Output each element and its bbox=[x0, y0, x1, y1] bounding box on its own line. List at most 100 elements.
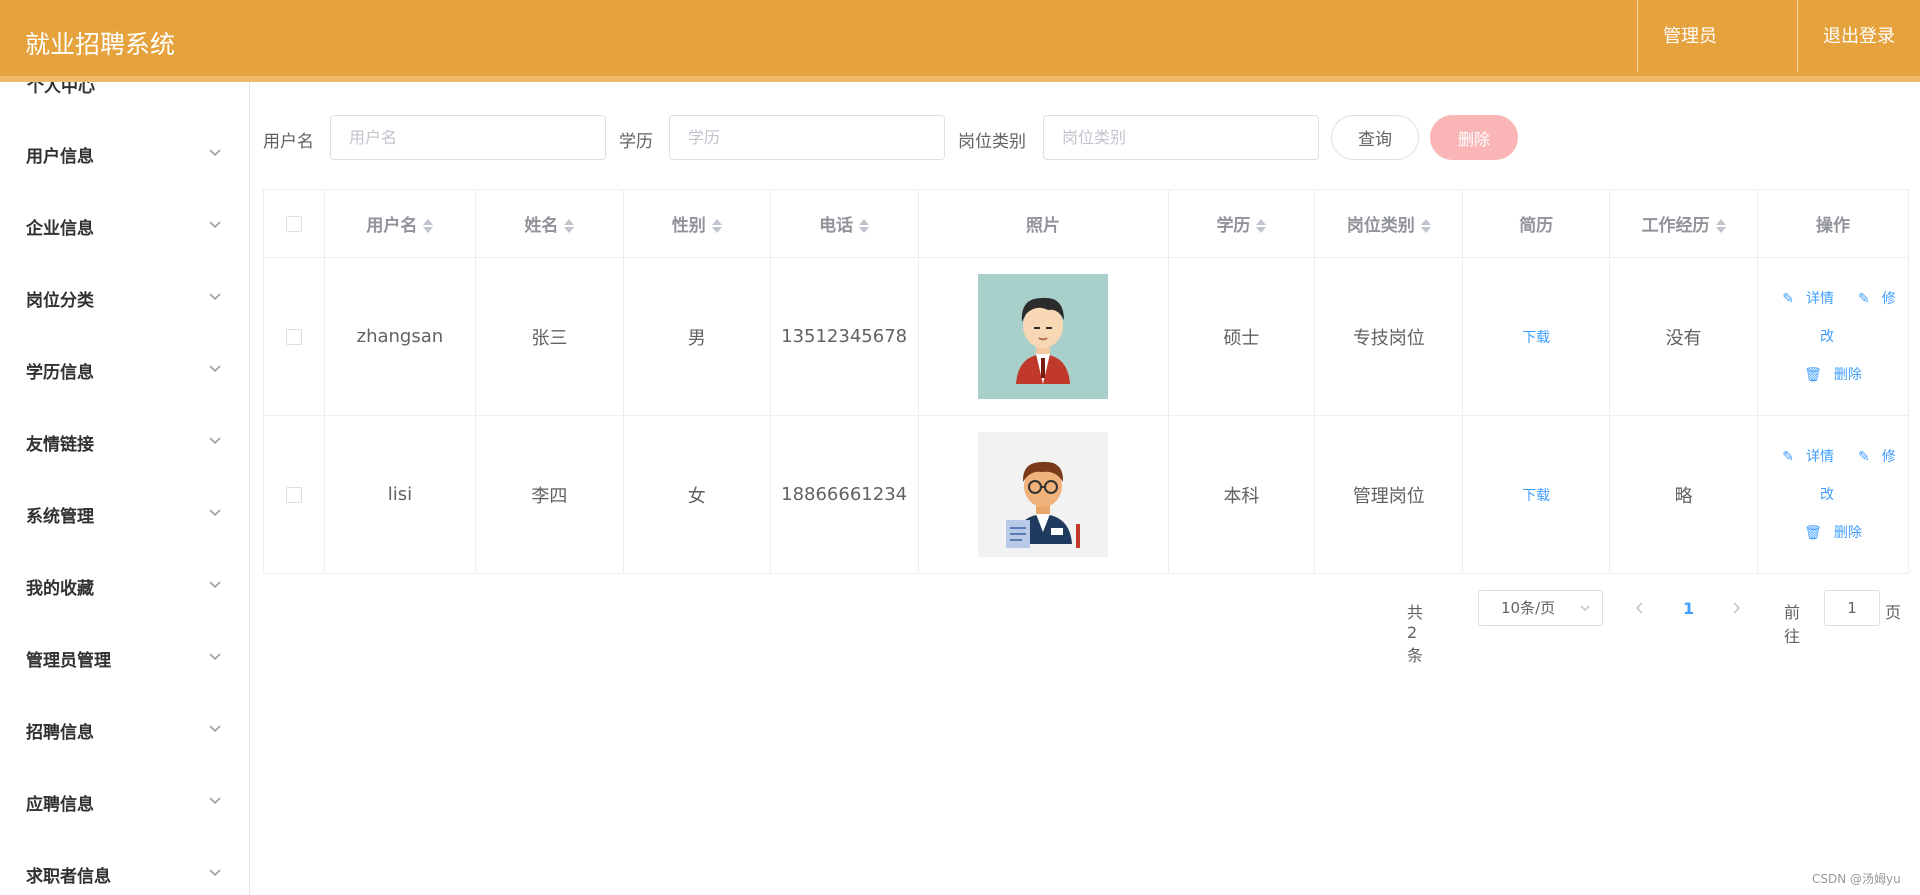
logout-button[interactable]: 退出登录 bbox=[1797, 0, 1920, 72]
page-number-current[interactable]: 1 bbox=[1683, 599, 1694, 618]
delete-row-button[interactable]: 🗑 删除 bbox=[1798, 367, 1868, 383]
resume-download-link[interactable]: 下载 bbox=[1522, 330, 1550, 346]
sort-icon[interactable] bbox=[711, 218, 722, 234]
page-suffix-label: 页 bbox=[1885, 603, 1902, 622]
chevron-down-icon bbox=[209, 437, 221, 445]
batch-delete-button[interactable]: 删除 bbox=[1430, 115, 1518, 160]
column-header-username[interactable]: 用户名 bbox=[323, 189, 476, 258]
column-header-experience[interactable]: 工作经历 bbox=[1609, 189, 1758, 258]
category-label: 岗位类别 bbox=[958, 132, 1026, 152]
cell-name: 李四 bbox=[474, 415, 624, 574]
sidebar-item[interactable]: 管理员管理 bbox=[0, 626, 249, 686]
avatar-man-glasses[interactable] bbox=[978, 432, 1109, 557]
cell-category: 专技岗位 bbox=[1314, 257, 1464, 416]
sort-icon[interactable] bbox=[564, 218, 575, 234]
edit-pen-icon: ✎ bbox=[1858, 290, 1870, 307]
cell-gender: 男 bbox=[622, 257, 771, 416]
sort-icon[interactable] bbox=[859, 218, 870, 234]
sidebar-item[interactable]: 求职者信息 bbox=[0, 842, 249, 895]
education-label: 学历 bbox=[619, 132, 653, 152]
cell-username: zhangsan bbox=[323, 257, 476, 416]
sidebar-item[interactable]: 用户信息 bbox=[0, 122, 249, 182]
page-size-select[interactable]: 10条/页 bbox=[1478, 590, 1603, 626]
sort-icon[interactable] bbox=[1256, 218, 1267, 234]
chevron-down-icon bbox=[209, 293, 221, 301]
detail-button[interactable]: ✎ 详情 bbox=[1776, 291, 1840, 307]
prev-page-button[interactable] bbox=[1631, 596, 1649, 620]
chevron-down-icon bbox=[209, 509, 221, 517]
trash-icon: 🗑 bbox=[1804, 524, 1822, 541]
sidebar-item-label: 岗位分类 bbox=[26, 291, 94, 311]
resume-download-link[interactable]: 下载 bbox=[1522, 488, 1550, 504]
edit-pen-icon: ✎ bbox=[1782, 448, 1794, 465]
chevron-down-icon bbox=[209, 869, 221, 877]
delete-row-button[interactable]: 🗑 删除 bbox=[1798, 525, 1868, 541]
table-row: zhangsan 张三 男 13512345678 硕士 专技岗位 下载 没有 … bbox=[263, 257, 1909, 416]
cell-education: 硕士 bbox=[1167, 257, 1316, 416]
cell-name: 张三 bbox=[474, 257, 624, 416]
sidebar-item-label: 系统管理 bbox=[26, 507, 94, 527]
sidebar-item[interactable]: 我的收藏 bbox=[0, 554, 249, 614]
sidebar-item[interactable]: 招聘信息 bbox=[0, 698, 249, 758]
username-search-input[interactable] bbox=[330, 115, 606, 160]
avatar-man-red-suit[interactable] bbox=[978, 274, 1109, 399]
sidebar-item[interactable]: 友情链接 bbox=[0, 410, 249, 470]
sidebar-item[interactable]: 岗位分类 bbox=[0, 266, 249, 326]
chevron-down-icon bbox=[1580, 605, 1590, 612]
cell-username: lisi bbox=[323, 415, 476, 574]
sidebar-item-label: 学历信息 bbox=[26, 363, 94, 383]
sidebar-item[interactable]: 系统管理 bbox=[0, 482, 249, 542]
sort-icon[interactable] bbox=[1715, 218, 1726, 234]
query-button[interactable]: 查询 bbox=[1331, 115, 1419, 160]
sidebar: 个人中心 用户信息企业信息岗位分类学历信息友情链接系统管理我的收藏管理员管理招聘… bbox=[0, 82, 250, 895]
cell-experience: 没有 bbox=[1609, 257, 1758, 416]
chevron-down-icon bbox=[209, 149, 221, 157]
goto-page-input[interactable] bbox=[1824, 590, 1880, 626]
column-header-category[interactable]: 岗位类别 bbox=[1314, 189, 1464, 258]
sidebar-item-label: 招聘信息 bbox=[26, 723, 94, 743]
row-checkbox[interactable] bbox=[285, 329, 302, 345]
select-all-cell bbox=[263, 189, 325, 258]
sidebar-item-label: 求职者信息 bbox=[26, 867, 111, 887]
education-search-input[interactable] bbox=[669, 115, 945, 160]
chevron-down-icon bbox=[209, 725, 221, 733]
chevron-down-icon bbox=[209, 581, 221, 589]
app-title: 就业招聘系统 bbox=[25, 30, 176, 59]
admin-user-menu[interactable]: 管理员 admin bbox=[1637, 0, 1799, 121]
chevron-down-icon bbox=[209, 797, 221, 805]
cell-actions: ✎ 详情 ✎ 修改 🗑 删除 bbox=[1757, 257, 1909, 416]
edit-pen-icon: ✎ bbox=[1858, 448, 1870, 465]
sidebar-item[interactable]: 应聘信息 bbox=[0, 770, 249, 830]
sort-icon[interactable] bbox=[423, 218, 434, 234]
column-header-photo: 照片 bbox=[917, 189, 1169, 258]
column-header-education[interactable]: 学历 bbox=[1167, 189, 1316, 258]
search-bar: 用户名 学历 岗位类别 查询 删除 bbox=[263, 113, 1913, 161]
sidebar-item[interactable]: 企业信息 bbox=[0, 194, 249, 254]
sort-icon[interactable] bbox=[1420, 218, 1431, 234]
goto-label: 前往 bbox=[1784, 603, 1801, 646]
column-header-name[interactable]: 姓名 bbox=[474, 189, 624, 258]
sidebar-item-personal-center[interactable]: 个人中心 bbox=[27, 82, 95, 97]
table-header-row: 用户名 姓名 性别 电话 照片 学历 岗位类别 简历 工作经历 操作 bbox=[263, 189, 1909, 258]
cell-experience: 略 bbox=[1609, 415, 1758, 574]
cell-phone: 18866661234 bbox=[769, 415, 919, 574]
row-checkbox[interactable] bbox=[285, 487, 302, 503]
trash-icon: 🗑 bbox=[1804, 366, 1822, 383]
watermark: CSDN @汤姆yu bbox=[1812, 872, 1901, 886]
top-header: 就业招聘系统 管理员 admin 退出登录 bbox=[0, 0, 1920, 121]
sidebar-item[interactable]: 学历信息 bbox=[0, 338, 249, 398]
detail-button[interactable]: ✎ 详情 bbox=[1776, 449, 1840, 465]
select-all-checkbox[interactable] bbox=[285, 215, 302, 232]
sidebar-item-label: 友情链接 bbox=[26, 435, 94, 455]
sidebar-item-label: 管理员管理 bbox=[26, 651, 111, 671]
edit-pen-icon: ✎ bbox=[1782, 290, 1794, 307]
pagination-total: 共 2 条 bbox=[1407, 603, 1424, 665]
cell-resume: 下载 bbox=[1462, 415, 1611, 574]
cell-photo bbox=[917, 257, 1169, 416]
column-header-actions: 操作 bbox=[1757, 189, 1909, 258]
column-header-gender[interactable]: 性别 bbox=[622, 189, 771, 258]
next-page-button[interactable] bbox=[1727, 596, 1745, 620]
username-label: 用户名 bbox=[263, 132, 314, 152]
category-search-input[interactable] bbox=[1043, 115, 1319, 160]
column-header-phone[interactable]: 电话 bbox=[769, 189, 919, 258]
